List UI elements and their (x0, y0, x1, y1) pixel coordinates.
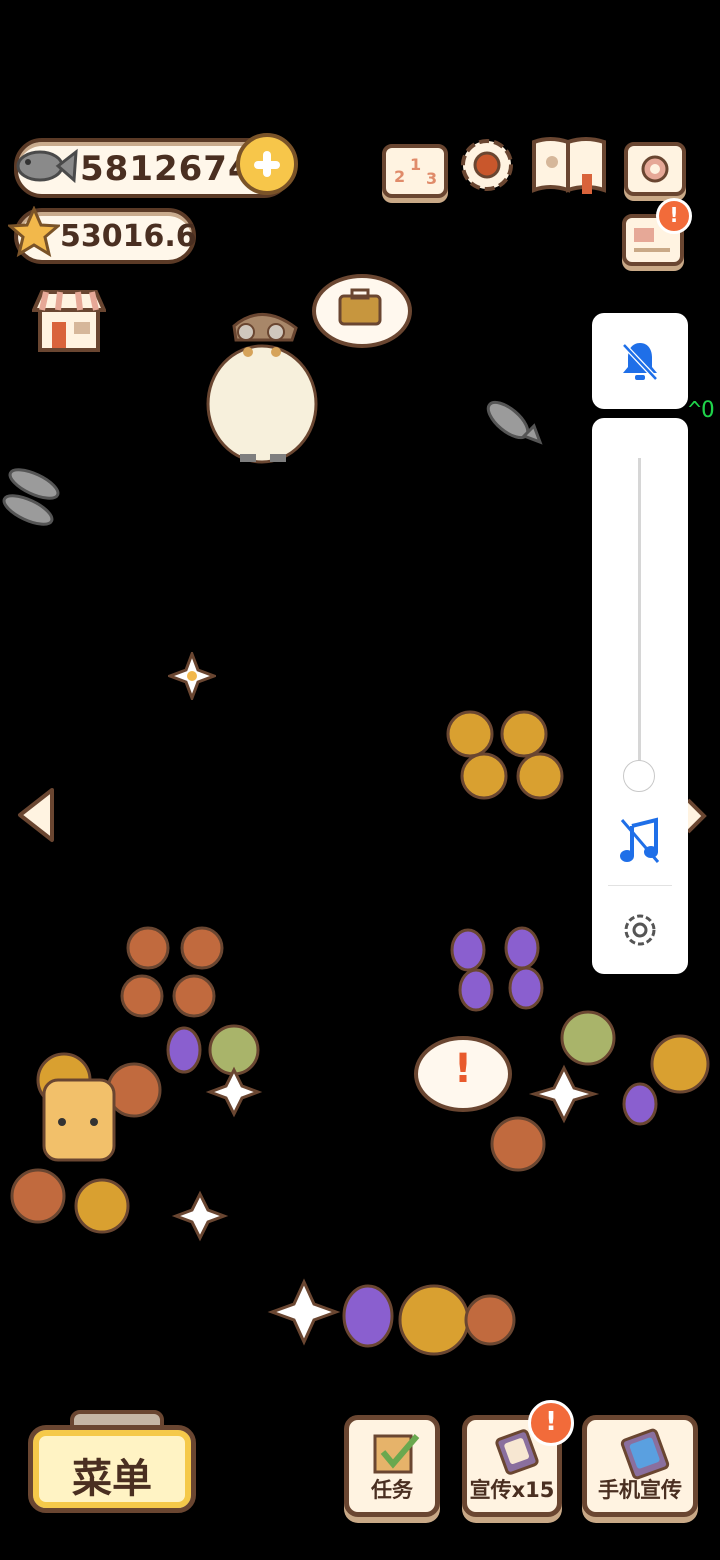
shop-button[interactable] (30, 288, 108, 354)
star-currency-value: 53016.6 (60, 219, 197, 254)
shop-icon (30, 290, 108, 352)
book-icon (532, 137, 606, 194)
item-pile-bottom[interactable] (264, 1276, 520, 1364)
ranking-button[interactable]: 2 1 3 (382, 144, 448, 198)
fish-icon (16, 148, 78, 184)
fish-currency-value: 5812674 (80, 149, 253, 189)
suitcase-icon (338, 288, 382, 326)
promote-alert-badge: ! (528, 1400, 574, 1446)
owl-visitor[interactable] (200, 306, 324, 466)
edge-indicator: ^O (688, 398, 715, 423)
purple-fish-pile[interactable] (446, 924, 546, 1014)
svg-text:2: 2 (394, 167, 405, 186)
phone-promote-label: 手机宣传 (598, 1478, 682, 1502)
volume-slider-knob[interactable] (623, 760, 655, 792)
menu-label: 菜单 (72, 1456, 152, 1502)
travel-speech-bubble[interactable] (312, 274, 412, 348)
add-fish-button[interactable] (236, 133, 298, 195)
svg-text:1: 1 (410, 155, 421, 174)
mail-alert-badge: ! (656, 198, 692, 234)
camera-button[interactable] (624, 142, 686, 196)
tasks-label: 任务 (371, 1478, 413, 1502)
promote-label: 宣传x15 (469, 1478, 555, 1502)
gear-icon[interactable] (620, 910, 660, 950)
dropped-fish-pile[interactable] (0, 456, 70, 538)
item-pile-right[interactable] (484, 1008, 714, 1172)
star-icon (8, 206, 60, 258)
dropped-fish[interactable] (480, 380, 544, 454)
sunflower-seed-pile[interactable] (444, 704, 566, 804)
cookie-pile[interactable] (120, 924, 230, 1020)
checklist-icon (373, 1434, 420, 1474)
tasks-button[interactable]: 任务 (344, 1415, 440, 1517)
settings-button[interactable] (458, 136, 516, 194)
flower-item[interactable] (168, 652, 216, 700)
music-off-icon[interactable] (618, 816, 662, 866)
gear-icon (461, 139, 513, 191)
camera-icon (641, 155, 669, 183)
svg-text:3: 3 (426, 169, 437, 188)
mute-notification-card[interactable] (592, 313, 688, 409)
phone-promote-icon (620, 1428, 670, 1480)
bell-off-icon (622, 343, 658, 381)
previous-area-arrow[interactable] (14, 786, 58, 844)
cat-with-items[interactable] (4, 1010, 266, 1260)
phone-promote-button[interactable]: 手机宣传 (582, 1415, 698, 1517)
book-button[interactable] (530, 134, 608, 198)
volume-slider-track[interactable] (638, 458, 641, 778)
panel-divider (608, 885, 672, 886)
menu-button[interactable]: 菜单 (28, 1425, 196, 1513)
ranking-podium-icon: 2 1 3 (394, 155, 437, 188)
